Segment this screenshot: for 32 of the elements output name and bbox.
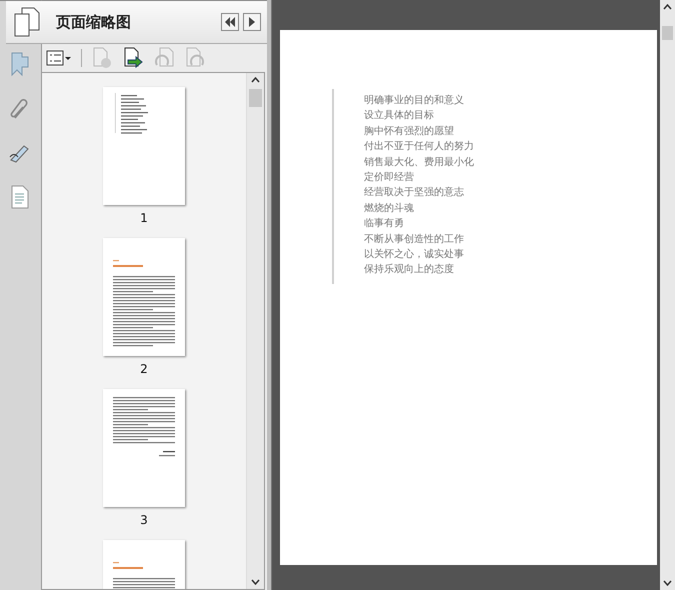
scrollbar[interactable] <box>246 73 264 589</box>
document-icon[interactable] <box>10 184 30 210</box>
scrollbar-thumb[interactable] <box>662 26 674 40</box>
double-left-arrow-icon <box>224 17 236 27</box>
options-button[interactable] <box>46 50 72 66</box>
text-line: 以关怀之心，诚实处事 <box>364 248 466 262</box>
page-number: 3 <box>140 513 148 527</box>
text-line: 保持乐观向上的态度 <box>364 262 456 278</box>
text-line: 不断从事创造性的工作 <box>364 232 466 247</box>
text-line: 销售最大化、费用最小化 <box>364 156 476 170</box>
page-thumbnail[interactable] <box>102 389 185 507</box>
panel-title: 页面缩略图 <box>56 12 132 32</box>
text-line: 胸中怀有强烈的愿望 <box>364 124 456 139</box>
scrollbar[interactable] <box>660 0 675 590</box>
page-thumbnail[interactable] <box>102 238 185 356</box>
page-number: 1 <box>140 211 148 225</box>
text-line: 经营取决于坚强的意志 <box>364 186 466 200</box>
text-line: 明确事业的目的和意义 <box>364 94 466 108</box>
collapse-button[interactable] <box>221 13 240 31</box>
splitter-handle[interactable] <box>267 0 272 590</box>
pages-icon <box>14 7 40 37</box>
text-line: 付出不亚于任何人的努力 <box>364 140 476 154</box>
insert-page-icon[interactable] <box>122 47 144 69</box>
text-line: 设立具体的目标 <box>364 108 436 124</box>
text-line: 燃烧的斗魂 <box>364 202 416 216</box>
page-thumbnail[interactable] <box>102 87 185 205</box>
text-line: 临事有勇 <box>364 216 406 232</box>
page-number: 2 <box>140 362 148 376</box>
expand-button[interactable] <box>243 13 262 31</box>
right-arrow-icon <box>248 17 256 27</box>
text-line: 定价即经营 <box>364 170 416 186</box>
scrollbar-thumb[interactable] <box>249 89 262 107</box>
